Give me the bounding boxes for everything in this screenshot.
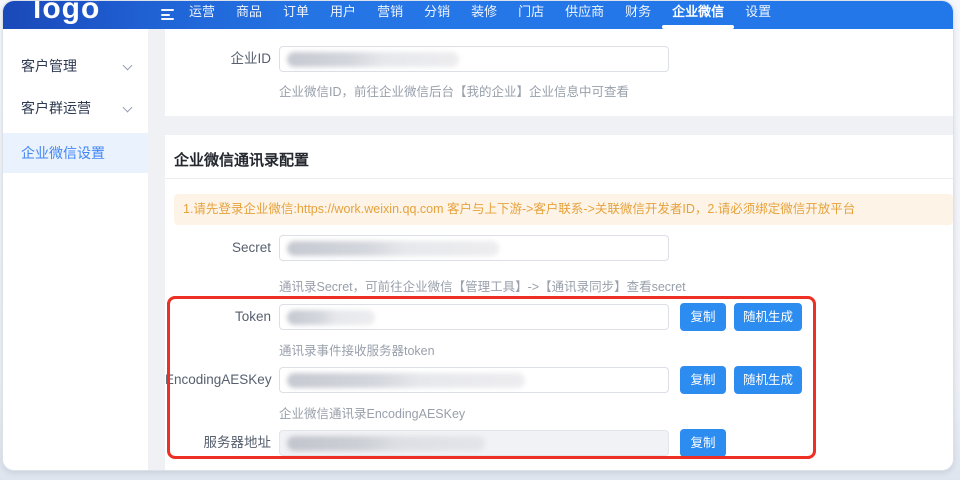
app-window: logo 运营 商品 订单 用户 营销 分销 装修 门店 供应商 财务 企业微信… <box>2 0 954 471</box>
sidebar-item-label: 企业微信设置 <box>21 145 105 161</box>
sidebar-item-label: 客户群运营 <box>21 100 91 116</box>
nav-item-users[interactable]: 用户 <box>330 4 356 20</box>
nav-item-suppliers[interactable]: 供应商 <box>565 4 604 20</box>
redacted-value <box>287 373 525 388</box>
token-label: Token <box>165 304 271 330</box>
nav-item-goods[interactable]: 商品 <box>236 4 262 20</box>
sidebar-item-wecom-settings[interactable]: 企业微信设置 <box>3 133 148 173</box>
nav-item-stores[interactable]: 门店 <box>518 4 544 20</box>
server-address-input <box>279 430 669 456</box>
nav-item-operation[interactable]: 运营 <box>189 4 215 20</box>
aes-key-helper: 企业微信通讯录EncodingAESKey <box>279 403 465 422</box>
divider <box>165 178 953 179</box>
sidebar-item-label: 客户管理 <box>21 58 77 74</box>
menu-collapse-icon[interactable] <box>161 9 175 21</box>
redacted-value <box>287 241 499 256</box>
chevron-down-icon <box>123 103 133 113</box>
aes-key-copy-button[interactable]: 复制 <box>680 366 726 394</box>
redacted-value <box>287 436 485 451</box>
nav-item-marketing[interactable]: 营销 <box>377 4 403 20</box>
nav-item-finance[interactable]: 财务 <box>625 4 651 20</box>
token-helper: 通讯录事件接收服务器token <box>279 340 435 359</box>
token-copy-button[interactable]: 复制 <box>680 303 726 331</box>
warning-banner: 1.请先登录企业微信:https://work.weixin.qq.com 客户… <box>174 194 953 225</box>
sidebar-item-customer-group-operation[interactable]: 客户群运营 <box>3 87 148 129</box>
token-input[interactable] <box>279 304 669 330</box>
secret-label: Secret <box>165 235 271 261</box>
chevron-down-icon <box>123 61 133 71</box>
nav-item-distribution[interactable]: 分销 <box>424 4 450 20</box>
nav-item-settings[interactable]: 设置 <box>745 4 771 20</box>
secret-helper: 通讯录Secret，可前往企业微信【管理工具】->【通讯录同步】查看secret <box>279 276 686 295</box>
server-address-copy-button[interactable]: 复制 <box>680 429 726 457</box>
logo: logo <box>33 0 100 26</box>
sidebar: 客户管理 客户群运营 企业微信设置 <box>3 29 148 470</box>
corp-id-helper: 企业微信ID，前往企业微信后台【我的企业】企业信息中可查看 <box>279 81 629 100</box>
section-title: 企业微信通讯录配置 <box>174 149 309 170</box>
token-random-generate-button[interactable]: 随机生成 <box>734 303 802 331</box>
server-address-label: 服务器地址 <box>165 430 271 456</box>
corp-id-input[interactable] <box>279 46 669 72</box>
aes-key-random-generate-button[interactable]: 随机生成 <box>734 366 802 394</box>
sidebar-item-customer-management[interactable]: 客户管理 <box>3 45 148 87</box>
secret-input[interactable] <box>279 235 669 261</box>
main-content: 企业ID 企业微信ID，前往企业微信后台【我的企业】企业信息中可查看 企业微信通… <box>165 29 953 470</box>
top-menu: 运营 商品 订单 用户 营销 分销 装修 门店 供应商 财务 企业微信 设置 <box>189 4 771 20</box>
top-navbar: logo 运营 商品 订单 用户 营销 分销 装修 门店 供应商 财务 企业微信… <box>3 1 953 29</box>
aes-key-label: EncodingAESKey <box>165 367 271 393</box>
nav-item-orders[interactable]: 订单 <box>283 4 309 20</box>
redacted-value <box>287 310 375 325</box>
corp-id-section: 企业ID 企业微信ID，前往企业微信后台【我的企业】企业信息中可查看 <box>165 29 953 116</box>
corp-id-label: 企业ID <box>165 46 271 72</box>
nav-item-decoration[interactable]: 装修 <box>471 4 497 20</box>
nav-item-wecom[interactable]: 企业微信 <box>672 4 724 20</box>
aes-key-input[interactable] <box>279 367 669 393</box>
contacts-config-section: 企业微信通讯录配置 1.请先登录企业微信:https://work.weixin… <box>165 135 953 470</box>
redacted-value <box>287 52 459 67</box>
